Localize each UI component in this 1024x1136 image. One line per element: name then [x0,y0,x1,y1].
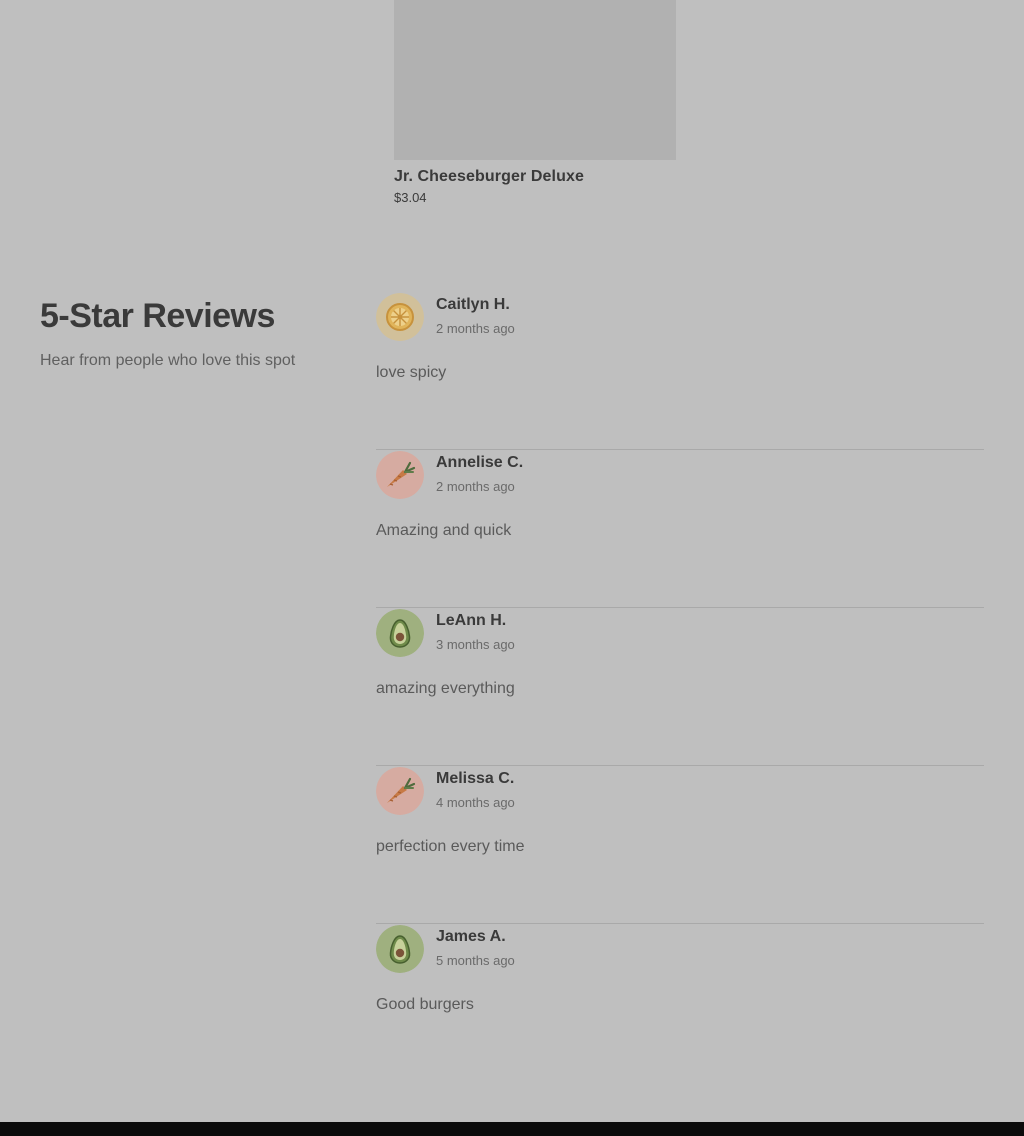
carrot-icon [376,767,424,815]
review-date: 4 months ago [436,795,515,810]
reviews-title: 5-Star Reviews [40,297,275,335]
review-text: Amazing and quick [376,522,512,539]
reviewer-name: James A. [436,928,506,945]
review-text: amazing everything [376,680,515,697]
reviews-intro: 5-Star Reviews Hear from people who love… [40,294,340,372]
review-item: Melissa C. 4 months ago perfection every… [376,767,984,924]
menu-item-card[interactable]: Jr. Cheeseburger Deluxe $3.04 [394,0,676,207]
lemon-icon [376,293,424,341]
carrot-icon [376,451,424,499]
review-text: love spicy [376,364,447,381]
review-item: LeAnn H. 3 months ago amazing everything [376,609,984,766]
review-date: 5 months ago [436,953,515,968]
review-date: 2 months ago [436,479,515,494]
menu-item-image[interactable] [394,0,676,160]
footer-bar [0,1122,1024,1136]
reviews-subtitle: Hear from people who love this spot [40,352,296,369]
reviews-list: Caitlyn H. 2 months ago love spicy Annel… [376,293,984,1081]
menu-item-price: $3.04 [394,190,427,205]
review-date: 2 months ago [436,321,515,336]
avocado-icon [376,609,424,657]
review-date: 3 months ago [436,637,515,652]
reviewer-name: Caitlyn H. [436,296,510,313]
review-item: Annelise C. 2 months ago Amazing and qui… [376,451,984,608]
avocado-icon [376,925,424,973]
reviewer-name: LeAnn H. [436,612,507,629]
review-text: Good burgers [376,996,474,1013]
review-text: perfection every time [376,838,525,855]
reviewer-name: Annelise C. [436,454,524,471]
reviewer-name: Melissa C. [436,770,515,787]
review-item: James A. 5 months ago Good burgers [376,925,984,1081]
review-item: Caitlyn H. 2 months ago love spicy [376,293,984,450]
menu-item-name: Jr. Cheeseburger Deluxe [394,168,584,185]
